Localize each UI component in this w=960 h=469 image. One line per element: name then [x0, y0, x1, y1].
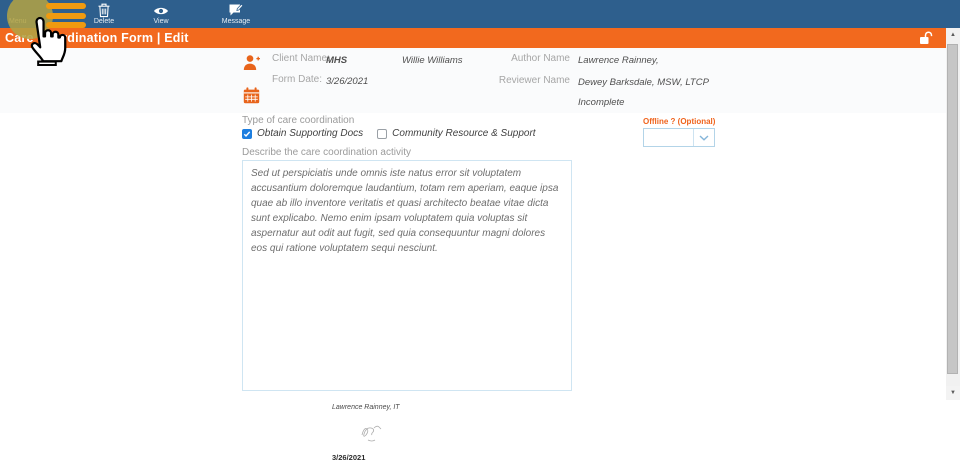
message-button-label: Message	[214, 18, 258, 25]
message-button[interactable]: Message	[214, 0, 258, 28]
checkbox-label-obtain-supporting-docs: Obtain Supporting Docs	[257, 128, 363, 139]
view-button-label: View	[141, 18, 181, 25]
author-name-label: Author Name	[460, 53, 570, 64]
message-icon	[229, 3, 244, 17]
status-badge: Incomplete	[578, 97, 624, 108]
client-person-icon	[243, 54, 261, 72]
checkbox-obtain-supporting-docs[interactable]	[242, 129, 252, 139]
scroll-up-arrow-icon[interactable]: ▲	[946, 28, 960, 42]
offline-select-value	[644, 129, 693, 146]
offline-optional-label: Offline ? (Optional)	[643, 117, 715, 126]
reviewer-name-label: Reviewer Name	[450, 75, 570, 86]
trash-icon	[98, 3, 111, 18]
page-title-bar: Care Coordination Form | Edit	[0, 28, 946, 48]
form-date-value: 3/26/2021	[326, 76, 368, 87]
signature-date: 3/26/2021	[332, 453, 365, 462]
vertical-scrollbar[interactable]: ▲ ▼	[946, 28, 960, 400]
client-name-value: Willie Williams	[402, 55, 463, 66]
describe-activity-label: Describe the care coordination activity	[242, 147, 411, 158]
toolbar: Menu Delete View Message	[0, 0, 960, 28]
signature-scribble	[356, 423, 390, 445]
unlock-icon[interactable]	[919, 31, 933, 45]
checkbox-label-community-resource-support: Community Resource & Support	[392, 128, 535, 139]
eye-icon	[153, 6, 169, 16]
form-date-label: Form Date:	[272, 74, 322, 85]
form-header: Client Name: MHS Willie Williams Form Da…	[0, 48, 946, 114]
signature-signer-name: Lawrence Rainney, IT	[332, 404, 400, 411]
scroll-down-arrow-icon[interactable]: ▼	[946, 386, 960, 400]
delete-button-label: Delete	[84, 18, 124, 25]
check-icon	[243, 130, 251, 138]
view-button[interactable]: View	[141, 0, 181, 28]
type-checkbox-row: Obtain Supporting Docs Community Resourc…	[242, 128, 550, 139]
calendar-icon[interactable]	[243, 87, 260, 104]
scrollbar-thumb[interactable]	[947, 44, 958, 374]
author-name-value: Lawrence Rainney,	[578, 55, 659, 66]
delete-button[interactable]: Delete	[84, 0, 124, 28]
client-code-value: MHS	[326, 55, 347, 66]
chevron-down-icon[interactable]	[693, 129, 714, 146]
reviewer-name-value: Dewey Barksdale, MSW, LTCP	[578, 77, 709, 88]
checkbox-community-resource-support[interactable]	[377, 129, 387, 139]
type-section-label: Type of care coordination	[242, 115, 354, 126]
offline-select[interactable]	[643, 128, 715, 147]
activity-textarea[interactable]: Sed ut perspiciatis unde omnis iste natu…	[242, 160, 572, 391]
client-name-label: Client Name:	[272, 53, 330, 64]
form-body: Type of care coordination Obtain Support…	[0, 113, 946, 469]
cursor-pointer-icon	[18, 16, 68, 66]
